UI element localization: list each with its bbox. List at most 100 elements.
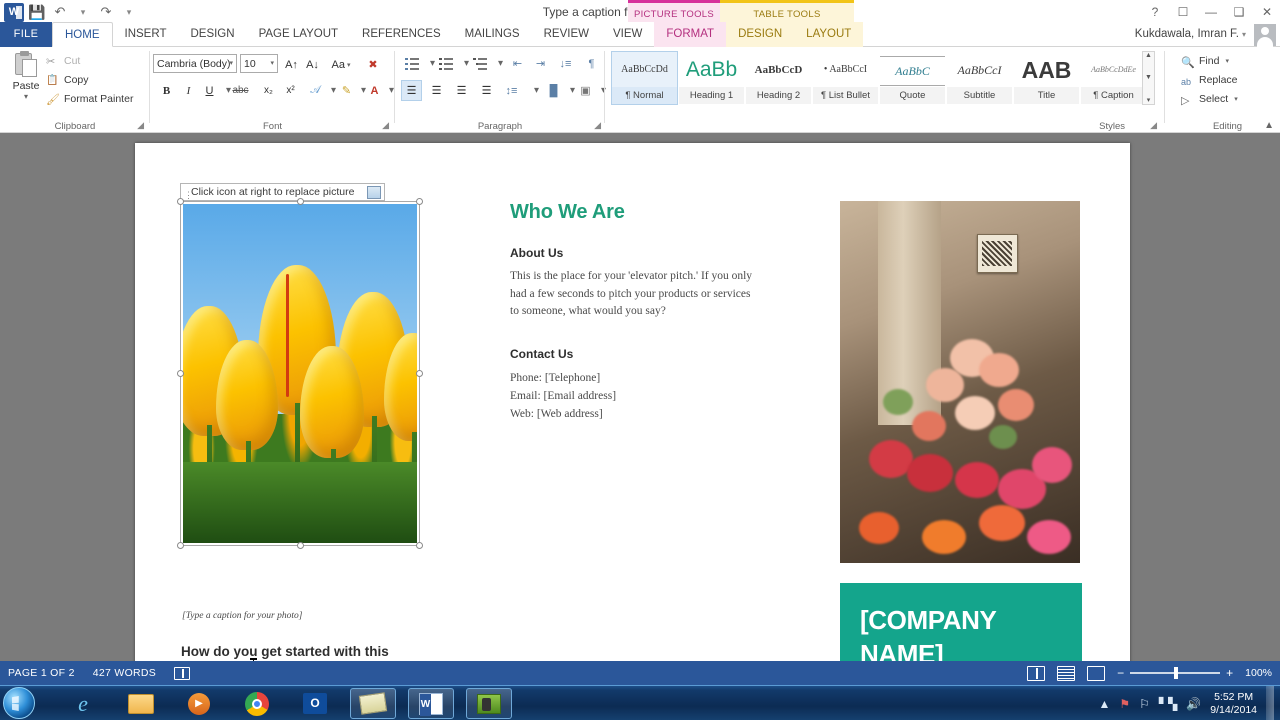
proofing-errors-icon[interactable] bbox=[174, 667, 190, 680]
document-page[interactable]: ⋮ Click icon at right to replace picture bbox=[135, 143, 1130, 661]
show-marks-icon[interactable]: ¶ bbox=[581, 53, 602, 74]
style-title[interactable]: AAB Title bbox=[1013, 51, 1080, 105]
resize-handle-nw[interactable] bbox=[177, 198, 184, 205]
tab-table-layout[interactable]: LAYOUT bbox=[794, 22, 863, 47]
find-button[interactable]: 🔍 Find ▾ bbox=[1181, 53, 1229, 70]
styles-scroll-up-icon[interactable]: ▲ bbox=[1145, 52, 1152, 59]
volume-icon[interactable]: 🔊 bbox=[1186, 697, 1201, 711]
italic-button[interactable]: I bbox=[178, 80, 199, 101]
underline-button[interactable]: U bbox=[199, 80, 220, 101]
paragraph-dialog-launcher[interactable]: ◢ bbox=[594, 120, 601, 131]
roses-picture[interactable] bbox=[840, 201, 1080, 563]
sort-icon[interactable]: ↓≡ bbox=[555, 53, 576, 74]
tab-home[interactable]: HOME bbox=[52, 22, 113, 47]
decrease-indent-icon[interactable]: ⇤ bbox=[507, 53, 528, 74]
shading-icon[interactable]: █ bbox=[543, 80, 564, 101]
resize-handle-n[interactable] bbox=[297, 198, 304, 205]
close-icon[interactable]: ✕ bbox=[1260, 5, 1274, 19]
company-name-box[interactable]: [COMPANY NAME] bbox=[840, 583, 1082, 661]
superscript-button[interactable]: x² bbox=[280, 80, 301, 101]
company-name-text[interactable]: [COMPANY NAME] bbox=[860, 603, 1060, 661]
zoom-out-button[interactable]: − bbox=[1117, 666, 1124, 680]
clear-formatting-icon[interactable]: ✖ bbox=[362, 54, 384, 75]
strikethrough-button[interactable]: abc bbox=[230, 80, 251, 101]
ribbon-display-options-icon[interactable]: ☐ bbox=[1176, 5, 1190, 19]
cut-button[interactable]: ✂ Cut bbox=[46, 53, 80, 70]
copy-button[interactable]: 📋 Copy bbox=[46, 72, 89, 89]
align-center-icon[interactable]: ☰ bbox=[426, 80, 447, 101]
picture-placeholder-bar[interactable]: ⋮ Click icon at right to replace picture bbox=[180, 183, 385, 201]
align-right-icon[interactable]: ☰ bbox=[451, 80, 472, 101]
tab-references[interactable]: REFERENCES bbox=[350, 22, 453, 47]
increase-indent-icon[interactable]: ⇥ bbox=[530, 53, 551, 74]
show-desktop-button[interactable] bbox=[1266, 686, 1274, 720]
contact-email[interactable]: Email: [Email address] bbox=[510, 387, 755, 405]
select-button[interactable]: ▷ Select ▾ bbox=[1181, 91, 1238, 108]
tab-file[interactable]: FILE bbox=[0, 22, 52, 47]
window-controls[interactable]: ? ☐ — ❑ ✕ bbox=[1148, 0, 1274, 24]
shrink-font-icon[interactable]: A↓ bbox=[302, 54, 323, 75]
tab-page-layout[interactable]: PAGE LAYOUT bbox=[247, 22, 350, 47]
web-layout-icon[interactable] bbox=[1087, 666, 1105, 681]
resize-handle-ne[interactable] bbox=[416, 198, 423, 205]
tab-mailings[interactable]: MAILINGS bbox=[453, 22, 532, 47]
contact-web[interactable]: Web: [Web address] bbox=[510, 405, 755, 423]
file-explorer-icon[interactable] bbox=[118, 688, 164, 719]
resize-handle-e[interactable] bbox=[416, 370, 423, 377]
grow-font-icon[interactable]: A↑ bbox=[281, 54, 302, 75]
lower-heading[interactable]: How do you get started with this bbox=[181, 643, 431, 660]
outlook-icon[interactable]: O bbox=[292, 688, 338, 719]
multilevel-list-icon[interactable] bbox=[469, 53, 490, 74]
zoom-slider[interactable]: − + bbox=[1117, 666, 1233, 680]
print-layout-icon[interactable] bbox=[1057, 666, 1075, 681]
styles-dialog-launcher[interactable]: ◢ bbox=[1150, 120, 1157, 131]
replace-button[interactable]: ab Replace bbox=[1181, 72, 1238, 89]
zoom-slider-knob[interactable] bbox=[1174, 667, 1178, 679]
media-player-icon[interactable]: ▶ bbox=[176, 688, 222, 719]
middle-column[interactable]: Who We Are About Us This is the place fo… bbox=[510, 201, 755, 423]
paste-dropdown-icon[interactable]: ▾ bbox=[6, 92, 46, 101]
clock[interactable]: 5:52 PM 9/14/2014 bbox=[1210, 691, 1257, 717]
show-hidden-icons-icon[interactable]: ▲ bbox=[1098, 697, 1110, 711]
font-name-caret-icon[interactable]: ▾ bbox=[229, 55, 233, 73]
word-window-icon[interactable]: W bbox=[408, 688, 454, 719]
camtasia-window-icon[interactable] bbox=[466, 688, 512, 719]
styles-scrollbar[interactable]: ▲ ▼ ▾ bbox=[1142, 51, 1155, 105]
resize-handle-sw[interactable] bbox=[177, 542, 184, 549]
style-heading-2[interactable]: AaBbCcD Heading 2 bbox=[745, 51, 812, 105]
font-size-caret-icon[interactable]: ▾ bbox=[270, 55, 274, 73]
font-size-input[interactable]: 10 ▾ bbox=[240, 54, 278, 73]
read-mode-icon[interactable] bbox=[1027, 666, 1045, 681]
find-caret-icon[interactable]: ▾ bbox=[1225, 53, 1229, 70]
resize-handle-s[interactable] bbox=[297, 542, 304, 549]
about-us-body[interactable]: This is the place for your 'elevator pit… bbox=[510, 268, 755, 321]
line-spacing-icon[interactable]: ↕≡ bbox=[501, 80, 522, 101]
help-icon[interactable]: ? bbox=[1148, 5, 1162, 19]
avatar[interactable] bbox=[1254, 24, 1276, 46]
photo-caption[interactable]: [Type a caption for your photo] bbox=[182, 611, 432, 621]
style-subtitle[interactable]: AaBbCcI Subtitle bbox=[946, 51, 1013, 105]
style-list-bullet[interactable]: • AaBbCcI ¶ List Bullet bbox=[812, 51, 879, 105]
tab-design[interactable]: DESIGN bbox=[178, 22, 246, 47]
replace-picture-icon[interactable] bbox=[367, 186, 381, 199]
bullets-icon[interactable] bbox=[401, 53, 422, 74]
align-left-icon[interactable]: ☰ bbox=[401, 80, 422, 101]
notes-window-icon[interactable] bbox=[350, 688, 396, 719]
tulip-picture[interactable] bbox=[180, 201, 420, 546]
collapse-ribbon-icon[interactable]: ▲ bbox=[1264, 120, 1274, 131]
account-name[interactable]: Kukdawala, Imran F.▾ bbox=[1135, 22, 1246, 47]
restore-icon[interactable]: ❑ bbox=[1232, 5, 1246, 19]
tab-review[interactable]: REVIEW bbox=[532, 22, 601, 47]
tab-insert[interactable]: INSERT bbox=[113, 22, 179, 47]
bold-button[interactable]: B bbox=[156, 80, 177, 101]
chrome-icon[interactable] bbox=[234, 688, 280, 719]
resize-handle-w[interactable] bbox=[177, 370, 184, 377]
font-name-input[interactable]: Cambria (Body) ▾ bbox=[153, 54, 237, 73]
tab-view[interactable]: VIEW bbox=[601, 22, 654, 47]
internet-explorer-icon[interactable]: e bbox=[60, 688, 106, 719]
word-count[interactable]: 427 WORDS bbox=[93, 667, 156, 679]
security-alert-icon[interactable]: ⚑ bbox=[1119, 697, 1130, 711]
system-tray[interactable]: ▲ ⚑ ⚐ ▘▚ 🔊 5:52 PM 9/14/2014 bbox=[1098, 686, 1280, 720]
start-orb-icon[interactable] bbox=[3, 687, 35, 719]
style-caption[interactable]: AaBbCcDdEe ¶ Caption bbox=[1080, 51, 1147, 105]
